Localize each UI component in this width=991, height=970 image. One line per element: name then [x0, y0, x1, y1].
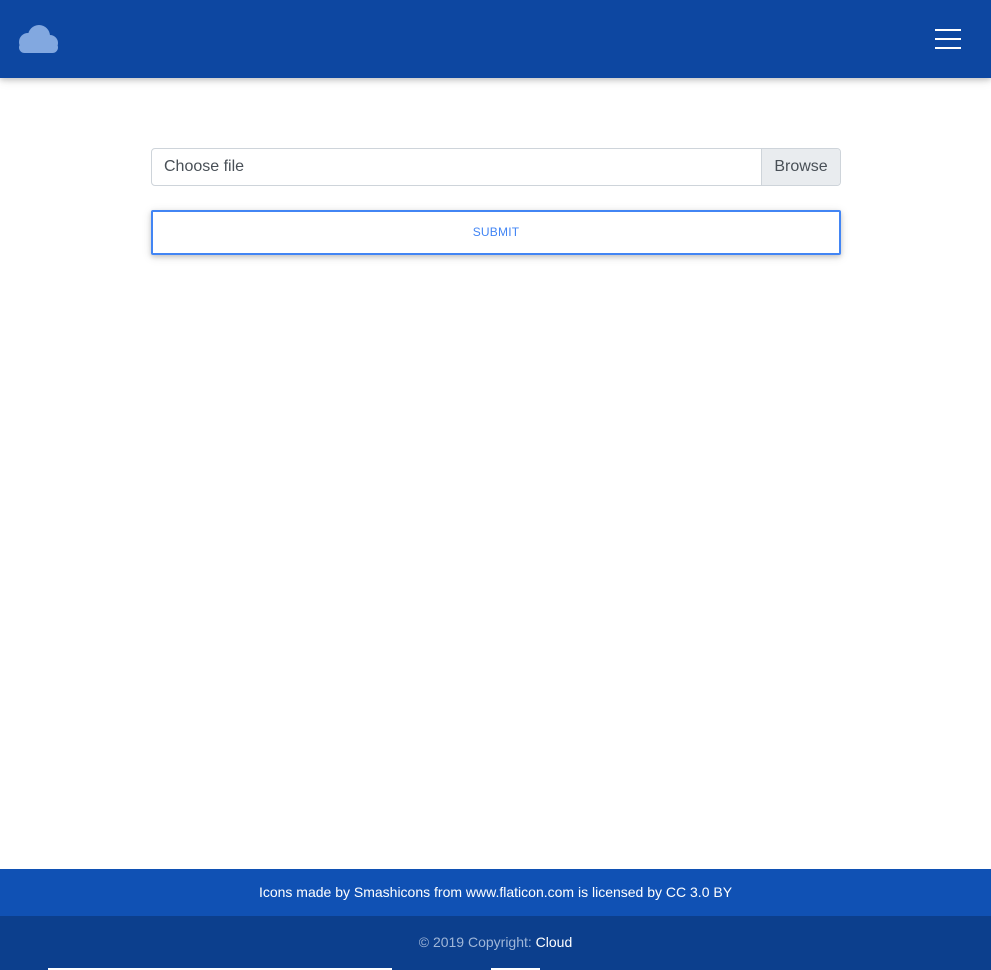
hamburger-menu-button[interactable] — [928, 25, 968, 53]
credits-from: from — [430, 884, 466, 900]
copyright-text: © 2019 Copyright: — [418, 934, 536, 950]
submit-button[interactable]: SUBMIT — [151, 210, 841, 255]
credits-prefix: Icons made by — [258, 884, 354, 900]
hamburger-line — [935, 38, 961, 40]
browse-button[interactable]: Browse — [761, 149, 840, 185]
footer-copyright: © 2019 Copyright: Cloud — [0, 916, 991, 970]
footer-credits: Icons made by Smashicons from www.flatic… — [0, 869, 991, 916]
license-link[interactable]: CC 3.0 BY — [666, 884, 732, 900]
flaticon-link[interactable]: www.flaticon.com — [466, 884, 574, 900]
file-upload-input[interactable]: Choose file Browse — [151, 148, 841, 186]
cloud-icon[interactable] — [15, 22, 61, 56]
credits-licensed: is licensed by — [574, 884, 666, 900]
hamburger-line — [935, 47, 961, 49]
hamburger-line — [935, 29, 961, 31]
file-input-label[interactable]: Choose file — [152, 149, 761, 185]
top-navbar — [0, 0, 991, 78]
cloud-home-link[interactable]: Cloud — [536, 934, 573, 950]
smashicons-link[interactable]: Smashicons — [354, 884, 430, 900]
